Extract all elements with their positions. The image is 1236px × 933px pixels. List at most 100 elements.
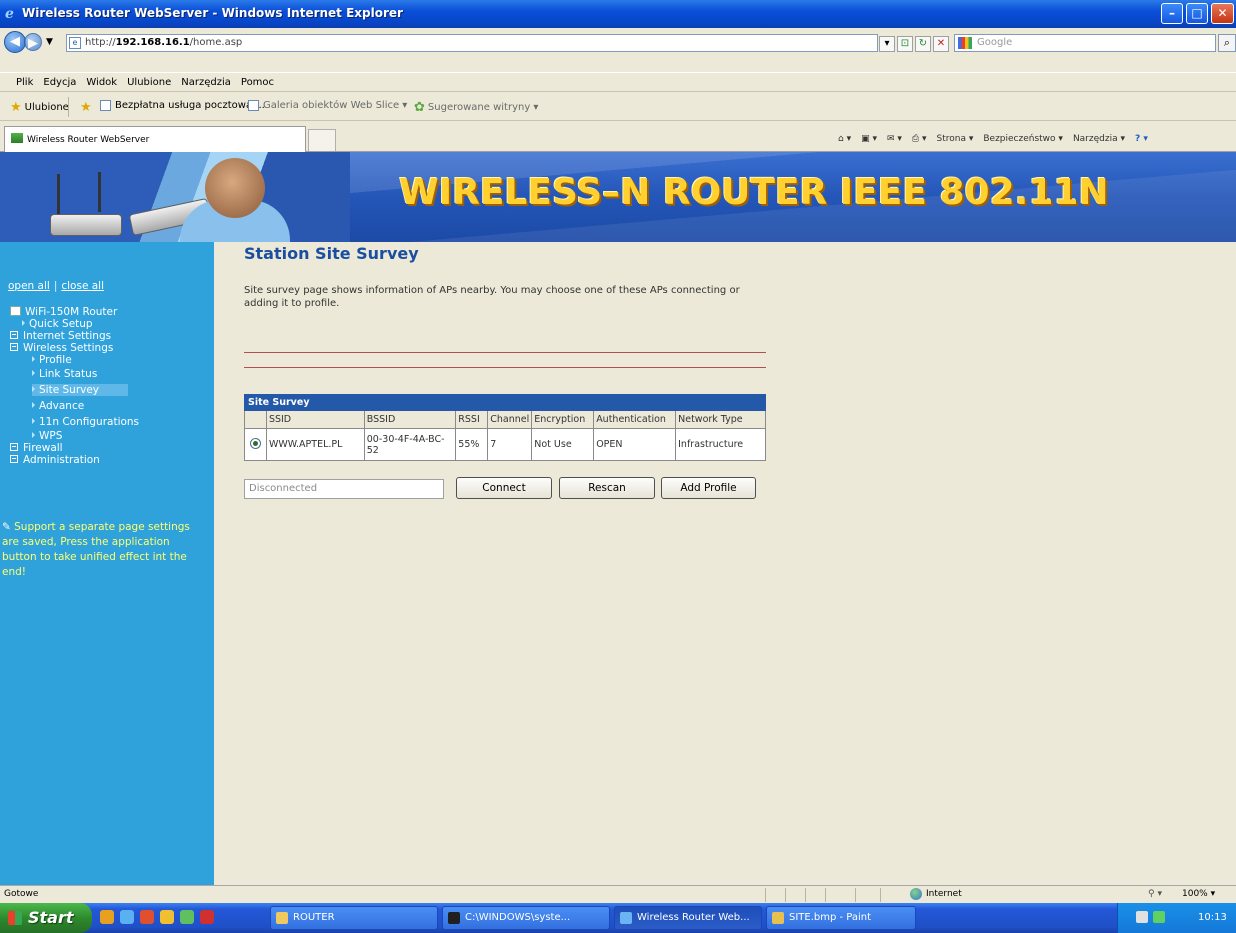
taskbar-item-ie[interactable]: Wireless Router Web...	[614, 906, 762, 930]
divider	[880, 888, 881, 902]
sidebar-item-link-status[interactable]: Link Status	[32, 368, 97, 380]
connection-status-field[interactable]: Disconnected	[244, 479, 444, 499]
sidebar-item-root[interactable]: WiFi-150M Router	[10, 306, 117, 318]
banner-title: WIRELESS–N ROUTER IEEE 802.11N	[399, 172, 1109, 213]
cell-ssid: WWW.APTEL.PL	[265, 428, 365, 461]
app-icon[interactable]	[180, 910, 194, 924]
menu-favorites[interactable]: Ulubione	[127, 77, 171, 88]
fav-link-mail[interactable]: Bezpłatna usługa pocztowa ...	[100, 100, 265, 111]
start-button[interactable]: Start	[0, 903, 92, 933]
tray-icons	[1136, 911, 1170, 923]
taskbar-item-paint[interactable]: SITE.bmp - Paint	[766, 906, 916, 930]
print-icon[interactable]: ⎙ ▾	[912, 134, 927, 144]
taskbar-item-label: C:\WINDOWS\syste...	[465, 912, 571, 923]
main-panel: Station Site Survey Site survey page sho…	[214, 242, 1236, 885]
zoom-level[interactable]: 100% ▾	[1182, 889, 1215, 899]
address-prefix: http://	[85, 37, 116, 48]
menu-tools[interactable]: Narzędzia	[181, 77, 231, 88]
tab-router-label: Wireless Router WebServer	[27, 135, 150, 145]
menu-edit[interactable]: Edycja	[43, 77, 76, 88]
security-zone[interactable]: Internet	[910, 888, 962, 900]
app-icon[interactable]	[160, 910, 174, 924]
address-toolbar: ◀ ▶ ▼ e http://192.168.16.1/home.asp ▾ ⊡…	[0, 28, 1236, 72]
system-tray: 10:13	[1117, 903, 1236, 933]
search-placeholder: Google	[977, 37, 1013, 48]
compatibility-view-icon[interactable]: ⊡	[897, 36, 913, 52]
read-mail-icon[interactable]: ✉ ▾	[887, 134, 902, 144]
home-icon[interactable]: ⌂ ▾	[838, 134, 851, 144]
app-icon[interactable]	[200, 910, 214, 924]
sidebar-item-11n-configurations[interactable]: 11n Configurations	[32, 416, 139, 428]
fav-link-gallery[interactable]: Galeria obiektów Web Slice ▾	[248, 100, 407, 111]
feeds-icon[interactable]: ▣ ▾	[861, 134, 877, 144]
sidebar-item-advance[interactable]: Advance	[32, 400, 84, 412]
history-dropdown-icon[interactable]: ▼	[46, 37, 53, 47]
divider	[805, 888, 806, 902]
add-favorite-button[interactable]: ★	[80, 100, 95, 115]
forward-button[interactable]: ▶	[24, 33, 42, 51]
back-button[interactable]: ◀	[4, 31, 26, 53]
address-input[interactable]: e http://192.168.16.1/home.asp	[66, 34, 878, 52]
sidebar-item-wps[interactable]: WPS	[32, 430, 62, 442]
help-icon[interactable]: ? ▾	[1135, 134, 1148, 144]
app-icon[interactable]	[140, 910, 154, 924]
stop-icon[interactable]: ✕	[933, 36, 949, 52]
status-bar: Gotowe Internet ⚲ ▾ 100% ▾	[0, 885, 1236, 903]
menu-view[interactable]: Widok	[86, 77, 117, 88]
close-window-button[interactable]: ✕	[1211, 3, 1234, 24]
firefox-icon[interactable]	[100, 910, 114, 924]
address-dropdown-button[interactable]: ▾	[879, 36, 895, 52]
menu-help[interactable]: Pomoc	[241, 77, 274, 88]
sidebar-item-site-survey[interactable]: Site Survey	[32, 384, 128, 396]
cell-rssi: 55%	[455, 428, 489, 461]
clock[interactable]: 10:13	[1198, 912, 1227, 923]
tab-router[interactable]: Wireless Router WebServer	[4, 126, 306, 152]
ap-radio-button[interactable]	[249, 437, 261, 449]
favorites-button[interactable]: ★ Ulubione	[10, 100, 69, 115]
safety-menu[interactable]: Bezpieczeństwo ▾	[983, 134, 1063, 144]
rescan-button[interactable]: Rescan	[559, 477, 655, 499]
bullet-icon	[32, 386, 35, 392]
boy-face	[205, 158, 265, 218]
sidebar-item-wireless-settings[interactable]: Wireless Settings	[10, 342, 113, 354]
menu-file[interactable]: Plik	[16, 77, 33, 88]
volume-icon[interactable]	[1153, 911, 1165, 923]
taskbar-item-cmd[interactable]: C:\WINDOWS\syste...	[442, 906, 610, 930]
page-description: Site survey page shows information of AP…	[244, 285, 740, 309]
row-select-cell[interactable]	[244, 428, 267, 461]
table-row[interactable]: WWW.APTEL.PL 00-30-4F-4A-BC-52 55% 7 Not…	[244, 428, 766, 461]
address-path: /home.asp	[189, 37, 243, 48]
new-tab-button[interactable]	[308, 129, 336, 151]
ie-icon[interactable]	[120, 910, 134, 924]
window-title-bar[interactable]: e Wireless Router WebServer - Windows In…	[0, 0, 1236, 28]
sidebar-item-profile[interactable]: Profile	[32, 354, 72, 366]
connect-button[interactable]: Connect	[456, 477, 552, 499]
protected-mode-icon[interactable]: ⚲ ▾	[1148, 889, 1162, 899]
refresh-icon[interactable]: ↻	[915, 36, 931, 52]
sidebar-item-link-status-label: Link Status	[39, 368, 98, 380]
sidebar-item-quick-setup[interactable]: Quick Setup	[22, 318, 93, 330]
add-profile-button[interactable]: Add Profile	[661, 477, 756, 499]
page-menu[interactable]: Strona ▾	[937, 134, 974, 144]
cell-bssid: 00-30-4F-4A-BC-52	[363, 428, 457, 461]
network-icon[interactable]	[1136, 911, 1148, 923]
close-all-link[interactable]: close all	[61, 280, 104, 292]
maximize-button[interactable]: □	[1186, 3, 1208, 24]
console-icon	[448, 912, 460, 924]
fav-link-suggested[interactable]: ✿ Sugerowane witryny ▾	[414, 100, 538, 115]
suggested-sites-icon: ✿	[414, 100, 425, 115]
col-ssid: SSID	[265, 410, 365, 429]
link-separator: |	[53, 280, 58, 292]
open-all-link[interactable]: open all	[8, 280, 50, 292]
sidebar-item-administration[interactable]: Administration	[10, 454, 100, 466]
sidebar-item-quick-setup-label: Quick Setup	[29, 318, 93, 330]
taskbar-item-router[interactable]: ROUTER	[270, 906, 438, 930]
search-input[interactable]: Google	[954, 34, 1216, 52]
search-icon[interactable]: ⌕	[1218, 34, 1236, 52]
minimize-button[interactable]: –	[1161, 3, 1183, 24]
tools-menu[interactable]: Narzędzia ▾	[1073, 134, 1125, 144]
sidebar-item-internet-settings[interactable]: Internet Settings	[10, 330, 111, 342]
sidebar-item-profile-label: Profile	[39, 354, 72, 366]
divider	[68, 97, 69, 117]
sidebar-item-firewall[interactable]: Firewall	[10, 442, 63, 454]
